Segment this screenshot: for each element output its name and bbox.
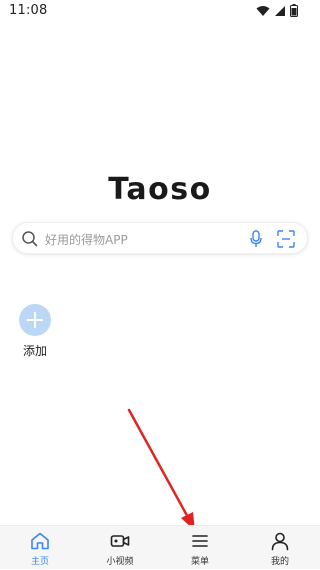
- menu-icon: [192, 535, 208, 547]
- tab-menu[interactable]: 菜单: [160, 526, 240, 570]
- tab-profile-label: 我的: [270, 557, 289, 567]
- tab-home[interactable]: 主页: [0, 526, 80, 570]
- bottom-navigation: 主页 小视频 菜单 我的: [0, 525, 320, 569]
- tab-profile[interactable]: 我的: [240, 526, 320, 570]
- video-camera-icon: [110, 535, 130, 547]
- tab-short-video[interactable]: 小视频: [80, 526, 160, 570]
- person-icon: [271, 532, 289, 551]
- tab-home-label: 主页: [30, 557, 49, 567]
- annotation-arrow: [127, 408, 195, 531]
- tab-menu-label: 菜单: [190, 557, 209, 567]
- tab-short-video-label: 小视频: [106, 557, 134, 567]
- home-icon: [31, 532, 49, 550]
